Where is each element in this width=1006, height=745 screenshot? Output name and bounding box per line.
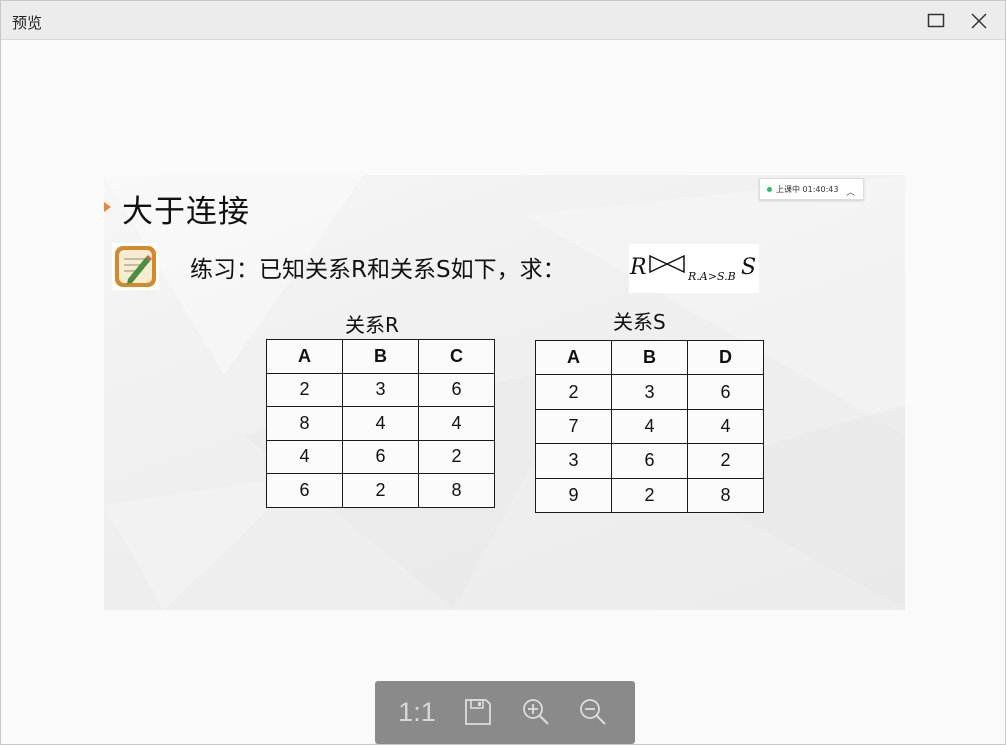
table-cell: 2: [687, 443, 764, 479]
table-cell: 6: [266, 473, 343, 508]
table-cell: 4: [611, 408, 688, 445]
table-header-cell: B: [342, 339, 419, 374]
table-cell: 4: [418, 406, 495, 441]
table-cell: 8: [266, 406, 343, 441]
close-button[interactable]: [963, 7, 995, 35]
table-row: 7 4 4: [535, 408, 764, 445]
table-cell: 4: [687, 408, 764, 445]
table-r-caption: 关系R: [345, 313, 399, 337]
relation-r-table: A B C 2 3 6 8 4 4 4 6 2 6 2 8: [266, 339, 495, 508]
slide-background-pattern: [104, 175, 905, 610]
slide-preview: 大于连接 上课中 01:40:43 ︿ 练习：已知关系R和关系S如下，求： R: [104, 175, 905, 610]
table-header-cell: D: [687, 339, 764, 376]
table-header-cell: C: [418, 339, 495, 374]
table-cell: 3: [611, 374, 688, 410]
table-cell: 3: [535, 443, 612, 479]
table-cell: 6: [687, 374, 764, 410]
table-cell: 3: [342, 372, 419, 407]
join-formula: R R.A>S.B S: [629, 244, 759, 293]
table-row: 4 6 2: [266, 439, 495, 474]
live-dot-icon: [767, 186, 772, 192]
table-row: 6 2 8: [266, 473, 495, 508]
table-cell: 8: [687, 477, 764, 513]
table-cell: 9: [535, 477, 612, 513]
table-header-cell: B: [611, 339, 688, 376]
table-cell: 7: [535, 408, 612, 445]
preview-toolbar: 1:1: [375, 681, 635, 744]
save-button[interactable]: [458, 694, 498, 730]
table-cell: 6: [418, 372, 495, 407]
table-header-row: A B C: [266, 339, 495, 374]
zoom-in-button[interactable]: [516, 694, 556, 730]
maximize-button[interactable]: [920, 7, 952, 35]
bowtie-join-icon: [649, 254, 685, 274]
formula-right-relation: S: [741, 255, 757, 280]
window-title: 预览: [12, 14, 43, 32]
actual-size-button[interactable]: 1:1: [397, 694, 437, 730]
table-s-caption: 关系S: [613, 310, 666, 334]
save-icon: [465, 699, 491, 725]
formula-join-condition: R.A>S.B: [688, 270, 736, 283]
table-cell: 8: [418, 473, 495, 508]
close-icon: [971, 13, 987, 29]
notepad-pencil-icon: [112, 243, 159, 290]
exercise-text: 练习：已知关系R和关系S如下，求：: [190, 257, 566, 283]
maximize-icon: [927, 13, 945, 28]
table-header-cell: A: [266, 339, 343, 374]
relation-s-table: A B D 2 3 6 7 4 4 3 6 2 9 2 8: [535, 339, 764, 513]
table-row: 3 6 2: [535, 443, 764, 479]
table-cell: 2: [266, 372, 343, 407]
table-cell: 6: [342, 439, 419, 474]
class-status-badge: 上课中 01:40:43 ︿: [759, 178, 864, 200]
zoom-in-icon: [523, 699, 549, 725]
zoom-out-button[interactable]: [573, 694, 613, 730]
zoom-out-icon: [580, 699, 606, 725]
chevron-up-icon[interactable]: ︿: [846, 185, 855, 198]
table-row: 8 4 4: [266, 406, 495, 441]
table-row: 2 3 6: [535, 374, 764, 410]
class-status-text: 上课中 01:40:43: [776, 184, 839, 194]
table-row: 9 2 8: [535, 477, 764, 513]
table-header-cell: A: [535, 339, 612, 376]
table-cell: 4: [342, 406, 419, 441]
table-row: 2 3 6: [266, 372, 495, 407]
preview-window: 预览 大于连接 上课中 01:40:43 ︿ 练习：已知关系R和关系S如下，求：…: [0, 0, 1006, 745]
slide-title: 大于连接: [122, 194, 250, 230]
title-bullet-icon: [104, 202, 111, 212]
table-cell: 6: [611, 443, 688, 479]
table-cell: 4: [266, 439, 343, 474]
table-header-row: A B D: [535, 339, 764, 376]
table-cell: 2: [611, 477, 688, 513]
table-cell: 2: [418, 439, 495, 474]
title-bar: 预览: [1, 1, 1005, 40]
table-cell: 2: [535, 374, 612, 410]
table-cell: 2: [342, 473, 419, 508]
formula-left-relation: R: [630, 255, 647, 280]
